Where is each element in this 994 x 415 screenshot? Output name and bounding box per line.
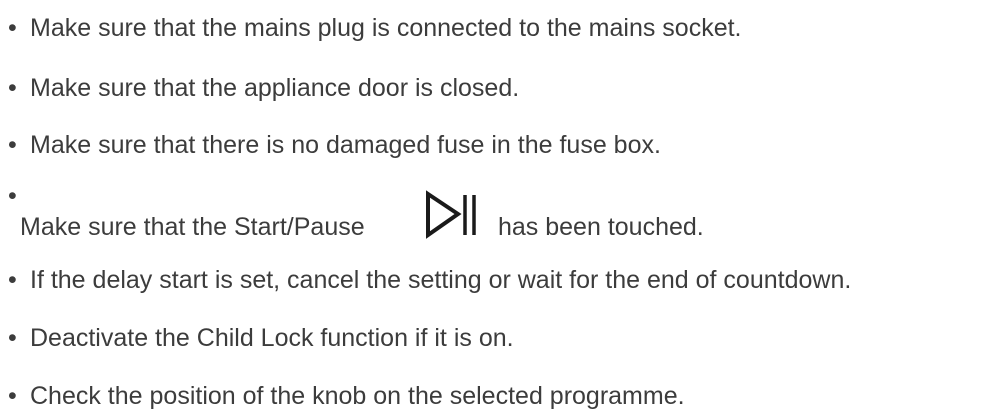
list-item: • Make sure that there is no damaged fuse…: [8, 130, 661, 160]
list-item-text: Make sure that there is no damaged fuse …: [30, 131, 661, 159]
list-item-text: Deactivate the Child Lock function if it…: [30, 324, 514, 352]
list-item-text: has been touched.: [498, 213, 704, 241]
list-item-text: Make sure that the Start/Pause: [20, 213, 365, 241]
list-item: • Deactivate the Child Lock function if i…: [8, 323, 514, 353]
list-item-text: Make sure that the mains plug is connect…: [30, 14, 742, 42]
bullet: •: [8, 266, 17, 294]
list-item: • Make sure that the mains plug is connec…: [8, 13, 742, 43]
bullet: •: [8, 131, 17, 159]
bullet: •: [8, 182, 17, 210]
bullet: •: [8, 382, 17, 410]
list-item-text: Make sure that the appliance door is clo…: [30, 74, 520, 102]
bullet: •: [8, 324, 17, 352]
bullet: •: [8, 74, 17, 102]
list-item: • Check the position of the knob on the s…: [8, 381, 685, 411]
list-item-text: If the delay start is set, cancel the se…: [30, 266, 852, 294]
list-item: • If the delay start is set, cancel the s…: [8, 265, 851, 295]
bullet: •: [8, 14, 17, 42]
play-pause-icon: [426, 190, 476, 239]
troubleshooting-list: • Make sure that the mains plug is connec…: [0, 0, 994, 415]
list-item: • Make sure that the Start/Pause has bee…: [8, 182, 908, 246]
list-item: • Make sure that the appliance door is cl…: [8, 73, 519, 103]
list-item-text: Check the position of the knob on the se…: [30, 382, 685, 410]
